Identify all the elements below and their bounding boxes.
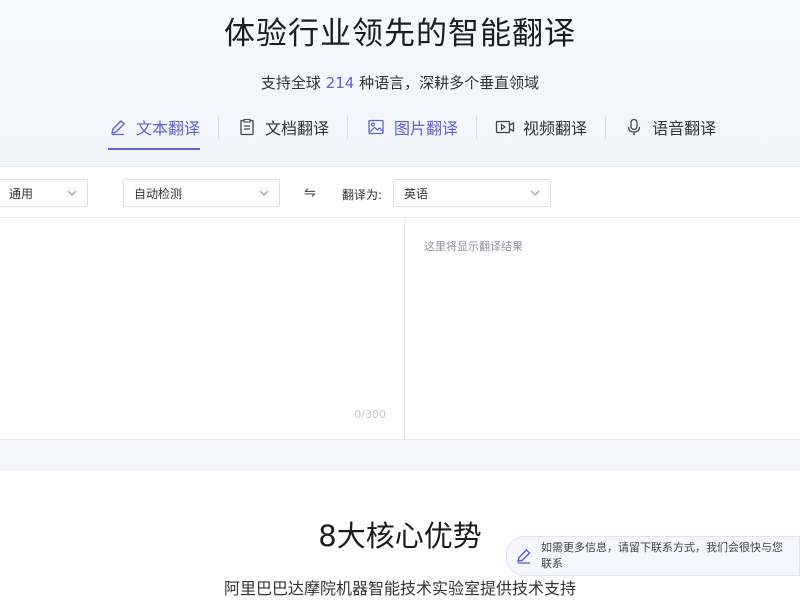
domain-select[interactable]: 通用: [0, 179, 88, 207]
target-language-select[interactable]: 英语: [393, 179, 551, 207]
image-icon: [366, 117, 386, 137]
tab-label: 语音翻译: [652, 119, 717, 138]
pen-icon: [516, 548, 531, 564]
tab-divider: [347, 115, 349, 139]
source-language-value: 自动检测: [134, 186, 183, 201]
result-placeholder: 这里将显示翻译结果: [424, 240, 523, 253]
chevron-down-icon: [259, 190, 269, 196]
microphone-icon: [624, 117, 644, 137]
chevron-down-icon: [67, 190, 77, 196]
translation-toolbar: 通用 自动检测 ⇋ 翻译为: 英语: [0, 167, 800, 218]
tab-divider: [476, 115, 478, 139]
subtitle-prefix: 支持全球: [260, 74, 326, 92]
subtitle-suffix: 种语言，深耕多个垂直领域: [354, 74, 540, 92]
target-language-value: 英语: [404, 186, 429, 201]
document-icon: [237, 117, 257, 137]
tab-divider: [218, 115, 220, 139]
source-language-select[interactable]: 自动检测: [123, 179, 280, 207]
translation-result-area: 这里将显示翻译结果: [406, 218, 800, 439]
swap-languages-button[interactable]: ⇋: [304, 185, 316, 201]
translation-panel: 通用 自动检测 ⇋ 翻译为: 英语 0/300 这里将显示翻译结果: [0, 166, 800, 440]
domain-select-value: 通用: [9, 186, 34, 201]
translation-mode-tabs: 文本翻译 文档翻译 图片翻译 视频翻译 语音翻译: [100, 112, 724, 152]
character-counter: 0/300: [354, 408, 386, 421]
hero-subtitle: 支持全球 214 种语言，深耕多个垂直领域: [0, 72, 800, 93]
video-icon: [495, 117, 515, 137]
contact-widget[interactable]: 如需更多信息，请留下联系方式，我们会很快与您联系: [506, 536, 800, 576]
tab-document-translation[interactable]: 文档翻译: [229, 112, 337, 142]
tab-label: 图片翻译: [394, 119, 459, 138]
page-title: 体验行业领先的智能翻译: [224, 16, 576, 52]
target-language-label: 翻译为:: [342, 188, 383, 202]
tab-image-translation[interactable]: 图片翻译: [358, 112, 466, 142]
chevron-down-icon: [530, 190, 540, 196]
language-count: 214: [325, 74, 355, 92]
tab-label: 文档翻译: [265, 119, 330, 138]
hero-section: 体验行业领先的智能翻译 支持全球 214 种语言，深耕多个垂直领域 文本翻译 文…: [0, 0, 800, 166]
source-text-input[interactable]: 0/300: [0, 218, 405, 439]
tab-label: 视频翻译: [523, 119, 588, 138]
tab-text-translation[interactable]: 文本翻译: [100, 112, 208, 150]
tab-divider: [605, 115, 607, 139]
contact-text: 如需更多信息，请留下联系方式，我们会很快与您联系: [541, 541, 783, 570]
advantages-subtitle: 阿里巴巴达摩院机器智能技术实验室提供技术支持: [223, 579, 576, 598]
tab-video-translation[interactable]: 视频翻译: [487, 112, 595, 142]
tab-label: 文本翻译: [136, 119, 201, 138]
tab-audio-translation[interactable]: 语音翻译: [616, 112, 724, 142]
section-gap: [0, 441, 800, 471]
pen-icon: [108, 117, 128, 137]
